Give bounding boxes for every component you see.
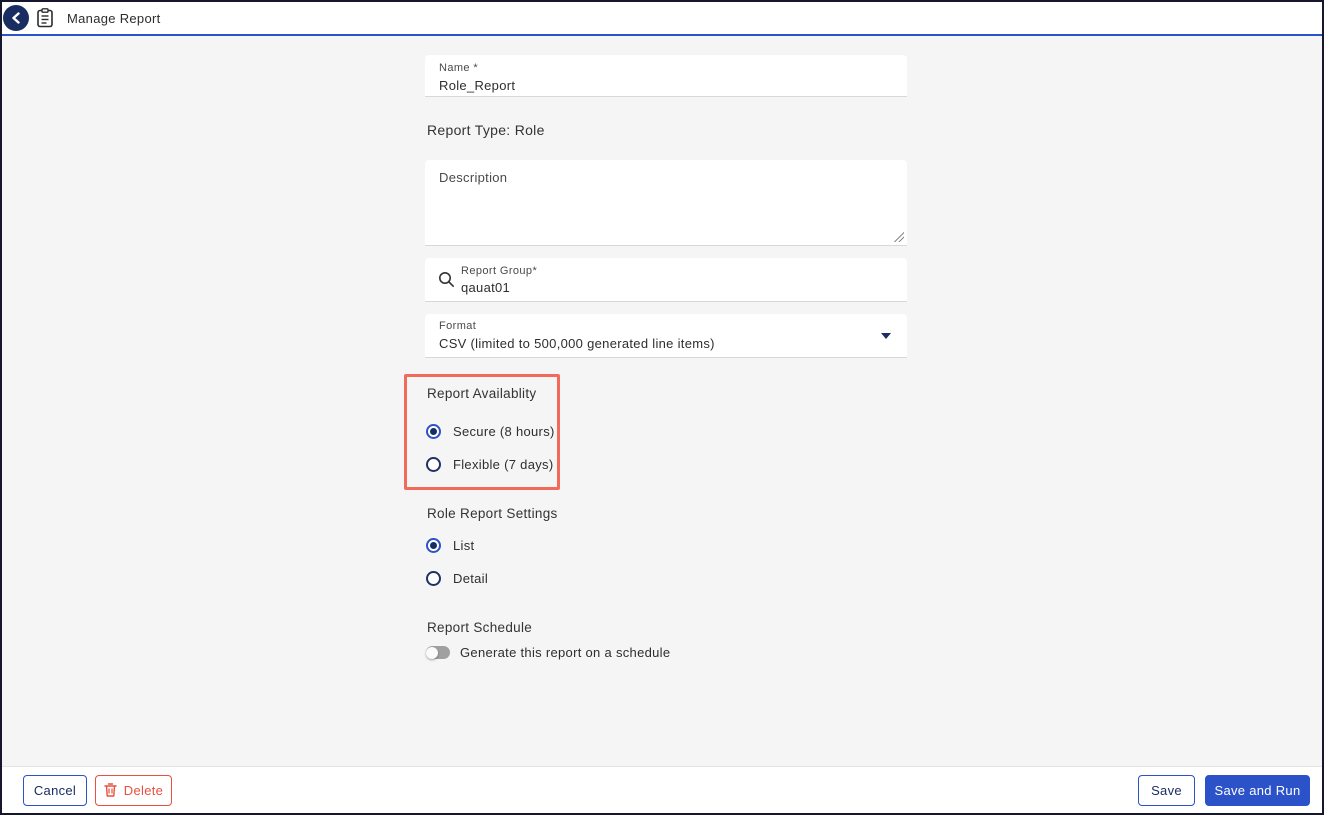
description-placeholder: Description	[439, 170, 508, 185]
delete-button[interactable]: Delete	[95, 774, 172, 806]
report-group-field[interactable]: Report Group* qauat01	[425, 258, 907, 302]
name-label: Name *	[439, 62, 479, 74]
chevron-left-icon	[12, 12, 20, 24]
save-button[interactable]: Save	[1138, 774, 1195, 806]
radio-label: Secure (8 hours)	[453, 424, 555, 439]
top-bar: Manage Report	[2, 2, 1322, 36]
name-field[interactable]: Name * Role_Report	[425, 55, 907, 97]
report-schedule-heading: Report Schedule	[427, 620, 533, 635]
format-select[interactable]: Format CSV (limited to 500,000 generated…	[425, 314, 907, 358]
search-icon	[433, 271, 459, 288]
schedule-toggle-row: Generate this report on a schedule	[426, 645, 670, 660]
radio-label: Flexible (7 days)	[453, 457, 554, 472]
delete-label: Delete	[123, 782, 164, 798]
toggle-knob[interactable]	[426, 646, 438, 659]
report-type-text: Report Type: Role	[427, 122, 545, 138]
radio-secure-8-hours[interactable]: Secure (8 hours)	[426, 424, 555, 439]
app-window: Manage Report Name * Role_Report Report …	[0, 0, 1324, 815]
schedule-toggle-label: Generate this report on a schedule	[460, 645, 671, 660]
clipboard-icon	[36, 8, 54, 28]
radio-detail[interactable]: Detail	[426, 571, 488, 586]
radio-list[interactable]: List	[426, 538, 474, 553]
format-label: Format	[439, 320, 477, 332]
report-group-label: Report Group*	[461, 265, 538, 277]
chevron-down-icon[interactable]	[881, 333, 891, 339]
format-value: CSV (limited to 500,000 generated line i…	[439, 336, 715, 351]
form-area: Name * Role_Report Report Type: Role Des…	[2, 36, 1322, 766]
radio-flexible-7-days[interactable]: Flexible (7 days)	[426, 457, 553, 472]
action-bar: Cancel Delete Save Save and Run	[2, 766, 1322, 813]
radio-unselected-icon[interactable]	[426, 457, 441, 472]
cancel-button[interactable]: Cancel	[23, 774, 87, 806]
schedule-toggle[interactable]	[426, 646, 450, 659]
role-report-settings-heading: Role Report Settings	[427, 506, 558, 521]
save-and-run-button[interactable]: Save and Run	[1205, 774, 1310, 806]
radio-unselected-icon[interactable]	[426, 571, 441, 586]
radio-selected-icon[interactable]	[426, 538, 441, 553]
report-group-value: qauat01	[461, 280, 511, 295]
report-availability-heading: Report Availablity	[427, 386, 537, 401]
radio-selected-icon[interactable]	[426, 424, 441, 439]
back-button[interactable]	[3, 5, 29, 31]
trash-icon	[104, 783, 117, 797]
radio-label: Detail	[453, 571, 489, 586]
description-textarea[interactable]: Description	[425, 160, 907, 246]
name-value: Role_Report	[439, 78, 516, 93]
radio-label: List	[453, 538, 475, 553]
resize-handle-icon[interactable]	[894, 232, 904, 242]
page-title: Manage Report	[67, 10, 161, 26]
